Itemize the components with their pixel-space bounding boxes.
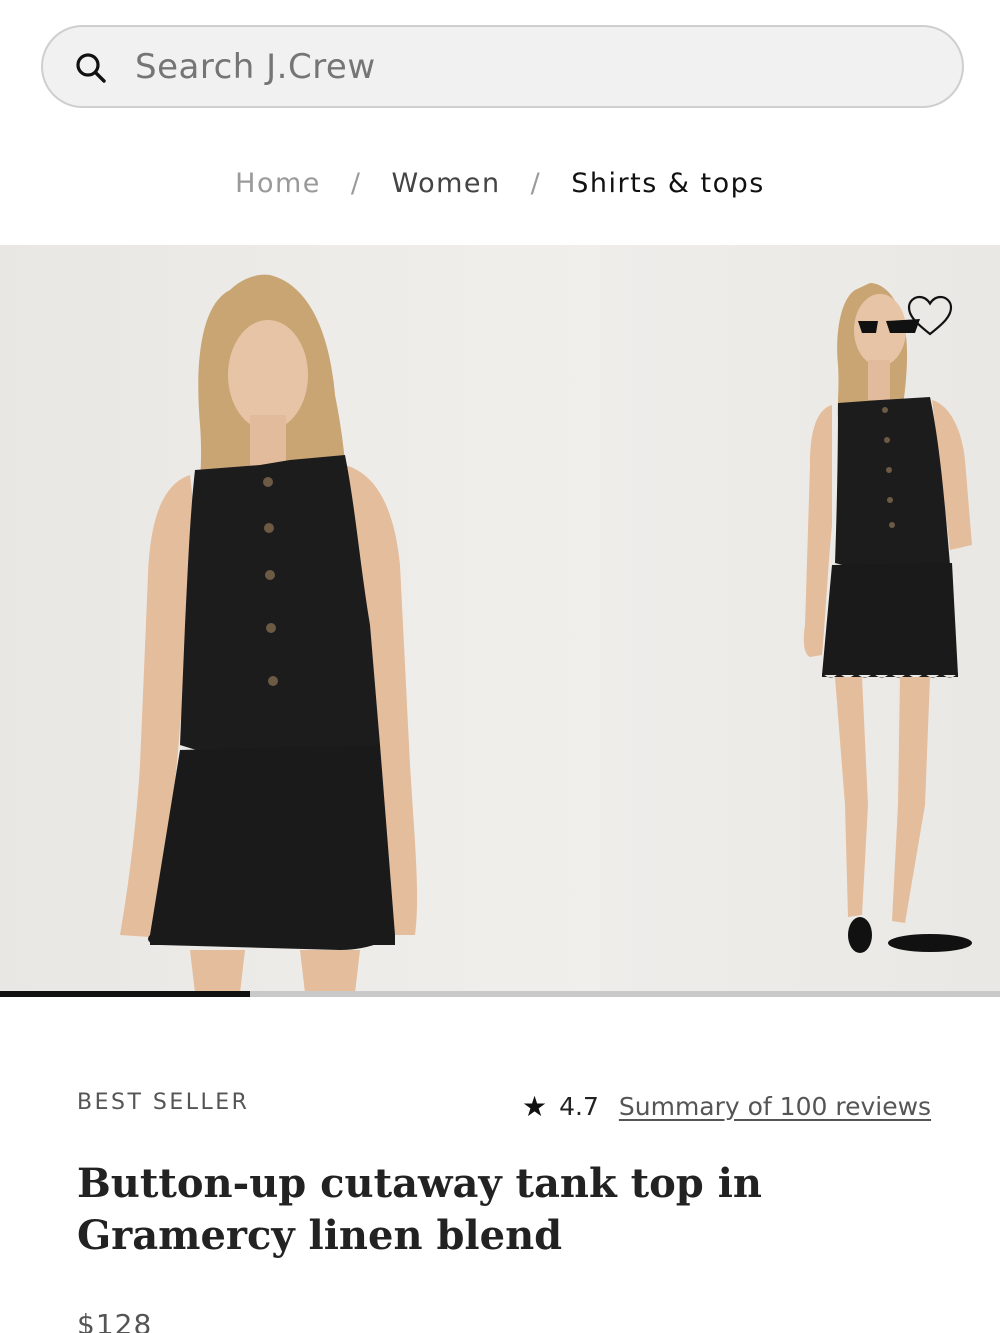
rating-value: 4.7	[559, 1091, 599, 1121]
search-icon	[76, 53, 106, 83]
breadcrumb-separator: /	[530, 167, 542, 199]
breadcrumb: Home / Women / Shirts & tops	[0, 160, 1000, 206]
product-image-carousel[interactable]	[0, 245, 1000, 997]
carousel-progress-indicator	[0, 991, 250, 997]
best-seller-badge: BEST SELLER	[77, 1090, 250, 1115]
model-photo-full-length	[803, 283, 972, 953]
breadcrumb-separator: /	[350, 167, 362, 199]
breadcrumb-home[interactable]: Home	[235, 168, 321, 199]
carousel-progress-track	[0, 991, 1000, 997]
star-icon: ★	[522, 1089, 548, 1123]
search-input[interactable]	[135, 47, 915, 87]
heart-icon[interactable]	[906, 294, 954, 338]
breadcrumb-current: Shirts & tops	[571, 167, 765, 199]
reviews-summary-link[interactable]: Summary of 100 reviews	[619, 1092, 931, 1121]
search-bar[interactable]	[41, 25, 964, 108]
product-rating: ★ 4.7 Summary of 100 reviews	[522, 1088, 931, 1124]
product-image-front[interactable]	[0, 245, 600, 993]
product-title: Button-up cutaway tank top in Gramercy l…	[77, 1160, 762, 1259]
product-image-full-length[interactable]	[600, 245, 1000, 993]
model-photo-front	[120, 274, 418, 993]
product-price: $128	[77, 1308, 153, 1333]
breadcrumb-women[interactable]: Women	[392, 168, 501, 199]
